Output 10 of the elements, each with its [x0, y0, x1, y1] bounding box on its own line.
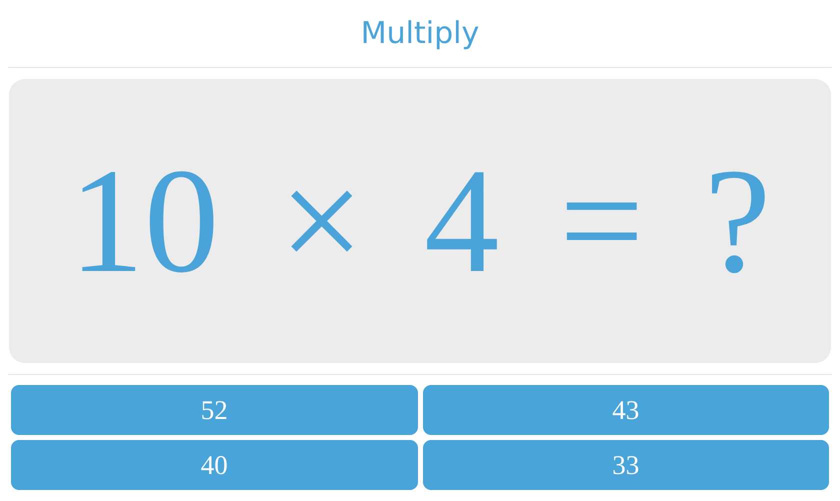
answer-button[interactable]: 43: [422, 385, 829, 435]
equation-term: =: [559, 146, 644, 296]
equation-term: 10: [69, 146, 220, 296]
page-title: Multiply: [360, 16, 480, 51]
answer-button[interactable]: 40: [11, 440, 418, 490]
equation-term: 4: [424, 146, 500, 296]
equation-term: ×: [279, 146, 364, 296]
answer-button[interactable]: 33: [422, 440, 829, 490]
answer-button[interactable]: 52: [11, 385, 418, 435]
equation-term: ?: [704, 146, 771, 296]
